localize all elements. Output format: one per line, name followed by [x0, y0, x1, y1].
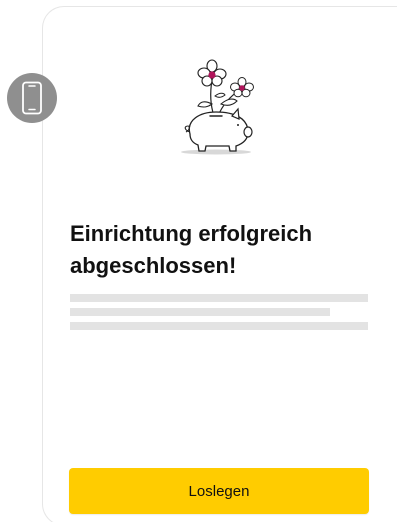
- text-placeholder-line: [70, 294, 368, 302]
- text-placeholder-line: [70, 308, 330, 316]
- get-started-button[interactable]: Loslegen: [69, 468, 369, 514]
- title-line-1: Einrichtung erfolgreich: [70, 221, 313, 246]
- smartphone-icon: [7, 73, 57, 123]
- piggy-bank-illustration: [181, 59, 254, 155]
- title-line-2: abgeschlossen!: [70, 253, 237, 278]
- setup-complete-screen: Einrichtung erfolgreich abgeschlossen! L…: [0, 0, 397, 522]
- text-placeholder-line: [70, 322, 368, 330]
- page-title: Einrichtung erfolgreich abgeschlossen!: [70, 218, 370, 282]
